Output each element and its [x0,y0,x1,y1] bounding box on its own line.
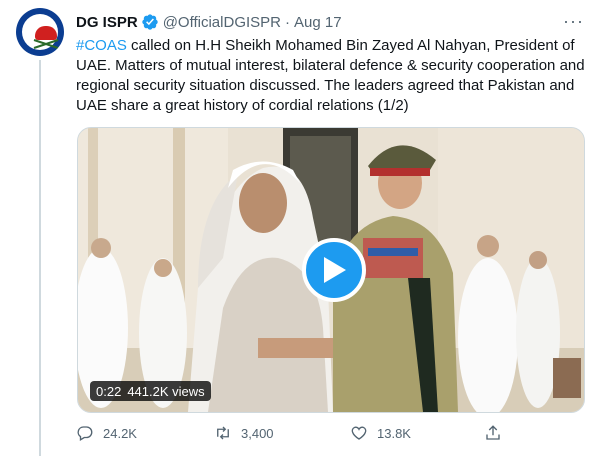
reply-icon [77,426,93,441]
video-player[interactable]: 0:22 441.2K views [77,127,585,413]
hashtag-link[interactable]: #COAS [76,37,127,54]
video-views: 441.2K views [127,383,205,399]
reply-button[interactable]: 24.2K [76,424,137,442]
tweet-text: #COAS called on H.H Sheikh Mohamed Bin Z… [76,36,588,116]
separator-dot: · [285,13,290,31]
video-duration: 0:22 [96,383,122,399]
more-icon[interactable]: ··· [563,12,584,30]
crossed-swords-icon [33,39,59,49]
verified-badge-icon [142,14,158,30]
tweet-header: DG ISPR @OfficialDGISPR · Aug 17 [76,12,342,32]
avatar-emblem-icon [35,26,57,40]
reply-count: 24.2K [103,425,137,441]
author-name[interactable]: DG ISPR [76,14,138,31]
like-icon [351,426,367,440]
play-icon [324,257,346,283]
tweet-actions: 24.2K 3,400 13.8K [76,424,500,448]
like-count: 13.8K [377,425,411,441]
play-button[interactable] [302,238,366,302]
thread-line [39,60,41,456]
retweet-button[interactable]: 3,400 [214,424,274,442]
author-handle[interactable]: @OfficialDGISPR [163,14,281,31]
retweet-icon [217,426,229,440]
author-avatar[interactable] [16,8,64,56]
retweet-count: 3,400 [241,425,274,441]
video-info-badge: 0:22 441.2K views [90,381,211,401]
avatar-logo [22,14,59,50]
share-button[interactable] [484,424,511,442]
tweet-date[interactable]: Aug 17 [294,14,342,31]
like-button[interactable]: 13.8K [350,424,411,442]
tweet-body: called on H.H Sheikh Mohamed Bin Zayed A… [76,37,585,114]
share-icon [486,425,500,440]
